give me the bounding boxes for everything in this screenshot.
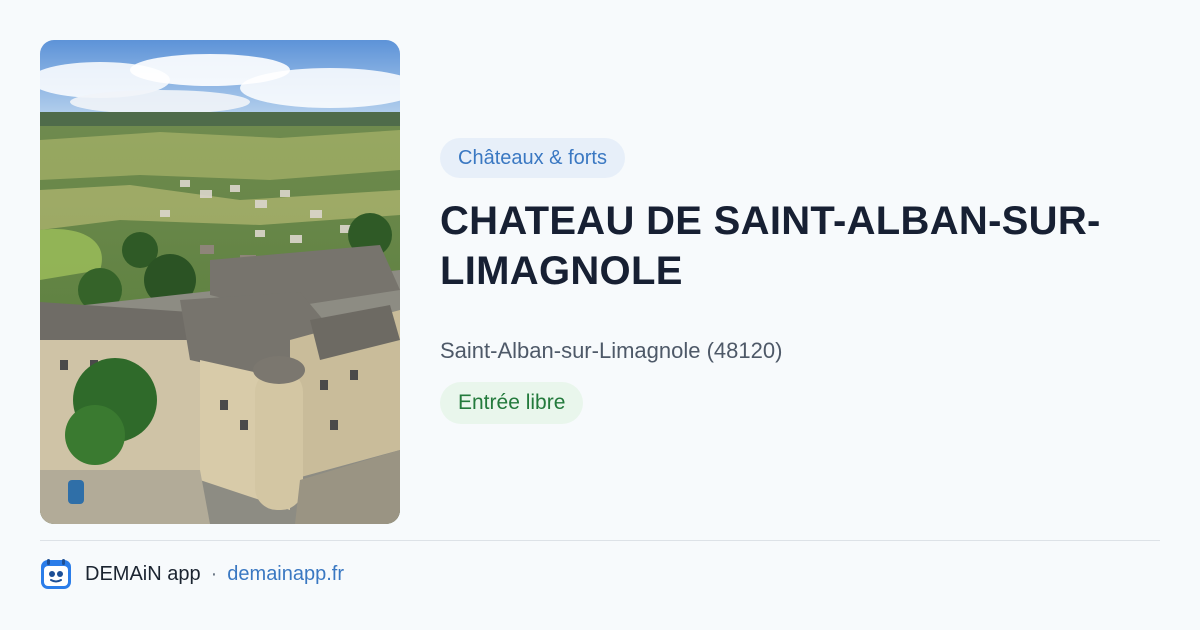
share-card: Châteaux & forts CHATEAU DE SAINT-ALBAN-…	[0, 0, 1200, 630]
footer: DEMAiN app · demainapp.fr	[40, 558, 344, 590]
place-photo	[40, 40, 400, 524]
app-name: DEMAiN app	[85, 562, 201, 585]
place-title: CHATEAU DE SAINT-ALBAN-SUR-LIMAGNOLE	[440, 199, 1101, 293]
castle-aerial-image	[40, 40, 400, 524]
place-info: Châteaux & forts CHATEAU DE SAINT-ALBAN-…	[440, 138, 1160, 424]
site-link[interactable]: demainapp.fr	[227, 563, 344, 586]
divider	[40, 540, 1160, 541]
demain-app-logo-icon	[40, 558, 72, 590]
access-badge: Entrée libre	[440, 382, 584, 424]
place-location: Saint-Alban-sur-Limagnole (48120)	[440, 338, 783, 363]
category-badge[interactable]: Châteaux & forts	[440, 138, 625, 178]
footer-separator: ·	[210, 562, 218, 585]
